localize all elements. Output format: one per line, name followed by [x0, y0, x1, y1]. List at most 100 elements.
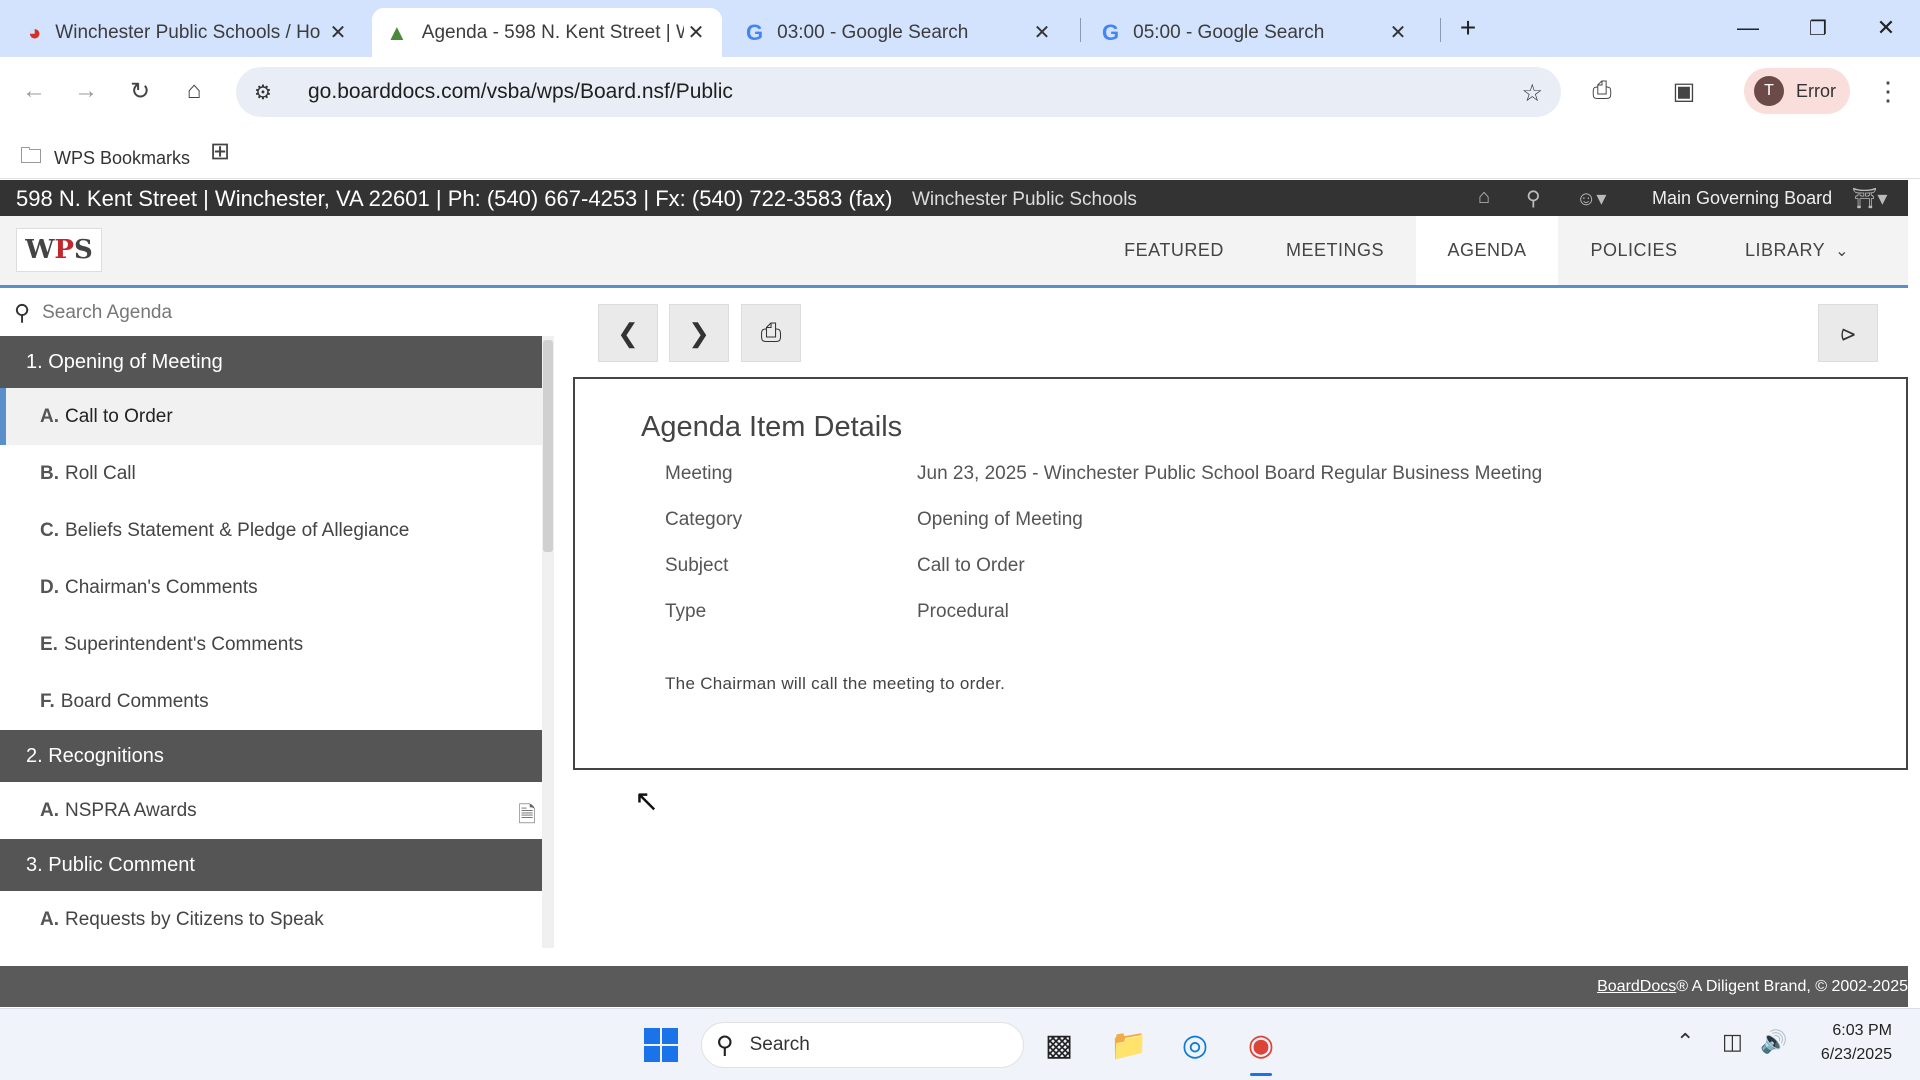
page-footer: BoardDocs® A Diligent Brand, © 2002-2025 [0, 966, 1908, 1007]
bookmark-folder-wps[interactable]: 🗀 WPS Bookmarks [20, 139, 190, 177]
agenda-search-input[interactable] [42, 302, 523, 324]
site-info-icon[interactable]: ⚙ [254, 80, 298, 105]
agenda-item-beliefs-statement[interactable]: C. Beliefs Statement & Pledge of Allegia… [0, 502, 542, 559]
agenda-section-recognitions[interactable]: 2. Recognitions [0, 730, 542, 782]
agenda-item-board-comments[interactable]: F. Board Comments [0, 673, 542, 730]
agenda-item-requests-by-citizens[interactable]: A. Requests by Citizens to Speak [0, 891, 542, 948]
site-info-bar: 598 N. Kent Street | Winchester, VA 2260… [0, 180, 1908, 216]
task-view-icon[interactable]: ▩ [1036, 1022, 1082, 1068]
boarddocs-tree-favicon-icon: ▲ [386, 19, 408, 45]
field-label-category: Category [665, 509, 743, 530]
forward-icon[interactable]: → [66, 71, 106, 111]
next-item-button[interactable]: ❯ [669, 304, 729, 362]
restore-icon[interactable]: ❐ [1790, 8, 1846, 48]
windows-start-icon[interactable] [638, 1022, 684, 1068]
nav-policies[interactable]: POLICIES [1560, 216, 1708, 285]
share-button[interactable]: ⪧ [1818, 304, 1878, 362]
google-favicon-icon: G [1102, 19, 1120, 45]
item-label: Beliefs Statement & Pledge of Allegiance [65, 519, 410, 541]
folder-icon: 🗀 [20, 143, 43, 168]
boarddocs-link[interactable]: BoardDocs [1597, 978, 1676, 995]
volume-icon[interactable]: 🔊 [1760, 1029, 1787, 1055]
school-address: 598 N. Kent Street | Winchester, VA 2260… [16, 186, 893, 211]
close-tab-icon[interactable]: ✕ [326, 20, 350, 45]
nav-meetings[interactable]: MEETINGS [1258, 216, 1412, 285]
details-heading: Agenda Item Details [641, 411, 903, 443]
show-hidden-icons-chevron-icon[interactable]: ⌃ [1676, 1029, 1694, 1055]
tab-separator [1080, 18, 1081, 42]
tab-agenda[interactable]: ▲ Agenda - 598 N. Kent Street | W ✕ [372, 8, 722, 57]
nav-featured[interactable]: FEATURED [1100, 216, 1248, 285]
system-clock[interactable]: 6:03 PM 6/23/2025 [1821, 1019, 1892, 1067]
board-selector[interactable]: Main Governing Board [1652, 188, 1832, 209]
address-bar[interactable]: ⚙ go.boarddocs.com/vsba/wps/Board.nsf/Pu… [236, 67, 1561, 117]
agenda-search[interactable]: ⚲ [0, 292, 545, 334]
close-window-icon[interactable]: ✕ [1858, 8, 1914, 48]
agenda-item-nspra-awards[interactable]: A. NSPRA Awards 🗎 [0, 782, 542, 839]
tab-title: 05:00 - Google Search [1133, 21, 1325, 43]
close-tab-icon[interactable]: ✕ [1030, 20, 1054, 45]
item-letter: F. [40, 690, 55, 712]
reload-icon[interactable]: ↻ [120, 71, 160, 111]
field-value-category: Opening of Meeting [917, 509, 1083, 530]
item-letter: A. [40, 799, 59, 821]
item-letter: C. [40, 519, 59, 541]
tab-winchester-public-schools[interactable]: ◕ Winchester Public Schools / Ho ✕ [14, 8, 364, 57]
active-app-indicator [1250, 1073, 1272, 1076]
tab-google-search-0300[interactable]: G 03:00 - Google Search ✕ [732, 8, 1068, 57]
agenda-section-opening[interactable]: 1. Opening of Meeting [0, 336, 542, 388]
network-icon[interactable]: ◫ [1722, 1029, 1743, 1055]
taskbar-search[interactable]: ⚲ Search [701, 1022, 1024, 1068]
tab-search-icon[interactable]: ▣ [1664, 71, 1704, 111]
nav-library[interactable]: LIBRARY ⌄ [1712, 216, 1882, 285]
file-explorer-icon[interactable]: 📁 [1106, 1022, 1152, 1068]
share-icon: ⪧ [1840, 317, 1856, 347]
new-tab-icon[interactable]: + [1440, 8, 1496, 48]
wps-logo[interactable]: WPS [16, 228, 102, 272]
tab-google-search-0500[interactable]: G 05:00 - Google Search ✕ [1088, 8, 1424, 57]
menu-kebab-icon[interactable]: ⋮ [1868, 71, 1908, 111]
edge-browser-icon[interactable]: ◎ [1172, 1022, 1218, 1068]
agenda-section-public-comment[interactable]: 3. Public Comment [0, 839, 542, 891]
printer-icon: ⎙ [760, 317, 782, 347]
home-icon[interactable]: ⌂ [1478, 186, 1490, 209]
taskbar-search-label: Search [749, 1034, 810, 1055]
user-icon[interactable]: ☺▾ [1576, 186, 1606, 211]
search-icon: ⚲ [716, 1031, 734, 1059]
chevron-down-icon: ⌄ [1835, 242, 1850, 260]
search-icon[interactable]: ⚲ [1526, 186, 1541, 211]
institution-icon[interactable]: ⛩▾ [1852, 186, 1887, 211]
close-tab-icon[interactable]: ✕ [1386, 20, 1410, 45]
scrollbar-thumb[interactable] [543, 340, 553, 552]
profile-chip[interactable]: T Error [1744, 68, 1850, 114]
agenda-item-superintendents-comments[interactable]: E. Superintendent's Comments [0, 616, 542, 673]
minimize-icon[interactable]: — [1720, 8, 1776, 48]
field-value-subject: Call to Order [917, 555, 1025, 576]
agenda-item-call-to-order[interactable]: A. Call to Order [0, 388, 542, 445]
item-label: Chairman's Comments [65, 576, 258, 598]
search-icon: ⚲ [14, 300, 31, 325]
bookmark-folder-label: WPS Bookmarks [54, 147, 191, 168]
close-tab-icon[interactable]: ✕ [684, 20, 708, 45]
item-label: Board Comments [60, 690, 209, 712]
attachment-document-icon[interactable]: 🗎 [518, 798, 536, 836]
bookmark-star-icon[interactable]: ☆ [1521, 79, 1543, 108]
sidebar-scrollbar[interactable] [542, 336, 554, 948]
browser-toolbar: ← → ↻ ⌂ ⚙ go.boarddocs.com/vsba/wps/Boar… [0, 57, 1920, 127]
back-icon[interactable]: ← [14, 71, 54, 111]
home-icon[interactable]: ⌂ [174, 71, 214, 111]
field-label-type: Type [665, 601, 707, 622]
chrome-browser-icon[interactable]: ◉ [1238, 1022, 1284, 1068]
url-text[interactable]: go.boarddocs.com/vsba/wps/Board.nsf/Publ… [308, 80, 733, 104]
previous-item-button[interactable]: ❮ [598, 304, 658, 362]
apps-grid-icon[interactable]: ⊞ [210, 137, 230, 166]
agenda-item-chairmans-comments[interactable]: D. Chairman's Comments [0, 559, 542, 616]
agenda-item-details: Agenda Item Details Meeting Jun 23, 2025… [573, 377, 1908, 770]
agenda-item-roll-call[interactable]: B. Roll Call [0, 445, 542, 502]
print-button[interactable]: ⎙ [741, 304, 801, 362]
nav-agenda[interactable]: AGENDA [1416, 216, 1558, 285]
site-navigation: WPS FEATURED MEETINGS AGENDA POLICIES LI… [0, 216, 1908, 288]
extensions-icon[interactable]: ⎙ [1582, 71, 1622, 111]
tab-title: 03:00 - Google Search [777, 21, 969, 43]
windows-taskbar: ⚲ Search ▩ 📁 ◎ ◉ ⌃ ◫ 🔊 6:03 PM 6/23/2025 [0, 1008, 1920, 1080]
